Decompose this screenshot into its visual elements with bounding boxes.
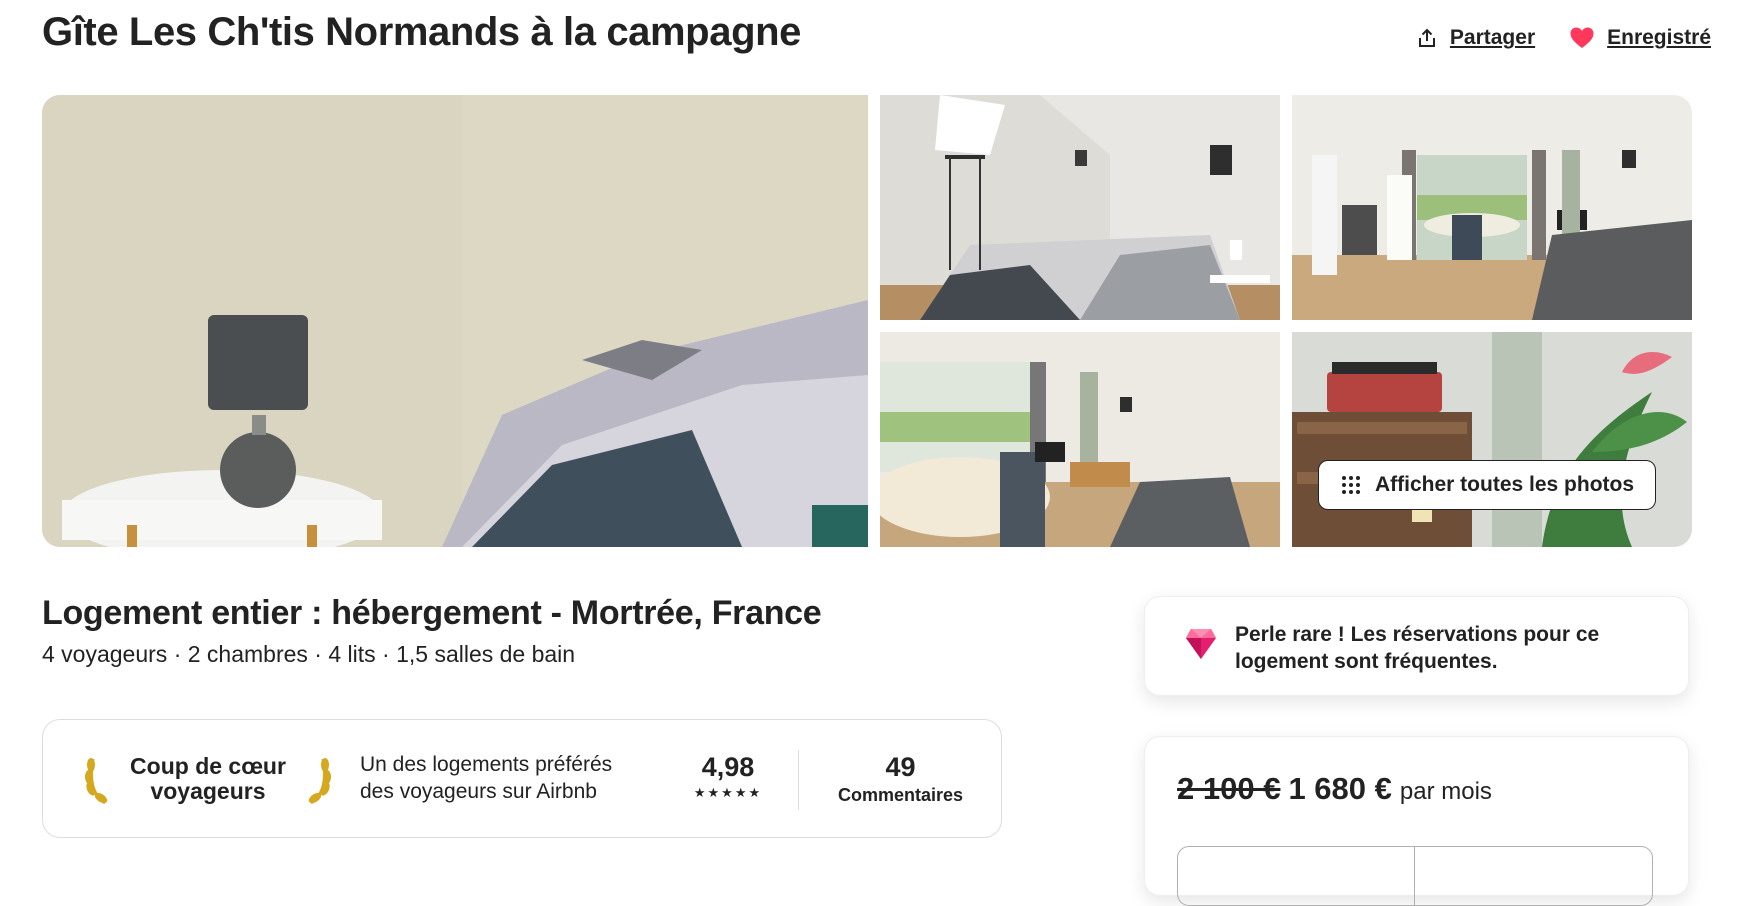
rating-value: 4,98 [701,752,755,782]
bedside-lamp-photo [42,95,868,547]
discounted-price: 1 680 € [1288,771,1392,806]
record-player-plant-photo [1292,332,1692,547]
share-label: Partager [1449,26,1536,49]
rare-find-line1: Perle rare ! Les réservations pour ce [1235,623,1600,646]
rare-find-line2: logement sont fréquentes. [1235,650,1498,673]
save-button[interactable]: Enregistré [1569,26,1711,50]
date-picker[interactable] [1177,846,1653,906]
guest-favorite-desc-line1: Un des logements préférés [360,753,613,776]
share-icon [1416,27,1438,49]
rare-find-card: Perle rare ! Les réservations pour ce lo… [1144,596,1689,696]
guest-favorite-badge: Coup de cœur voyageurs [83,744,333,814]
price-line: 2 100 € 1 680 € par mois [1177,771,1492,807]
diamond-icon [1185,627,1217,661]
guest-favorite-title: Coup de cœur voyageurs [130,754,286,804]
reviews-label: Commentaires [837,785,964,805]
bedroom-photo [880,95,1280,320]
photo-dining[interactable] [880,332,1280,547]
original-price: 2 100 € [1177,771,1281,806]
listing-subtitle: 4 voyageurs · 2 chambres · 4 lits · 1,5 … [42,641,576,667]
share-button[interactable]: Partager [1416,26,1535,50]
laurel-left-icon [83,751,115,807]
date-picker-divider [1414,847,1415,905]
photo-record-player[interactable] [1292,332,1692,547]
divider [798,750,799,810]
dining-living-room-photo [880,332,1280,547]
rare-find-text: Perle rare ! Les réservations pour ce lo… [1235,621,1635,675]
living-room-kitchen-photo [1292,95,1692,320]
save-label: Enregistré [1607,26,1711,49]
reviews-link[interactable]: 49 Commentaires [823,752,978,806]
photo-bedroom[interactable] [880,95,1280,320]
show-all-photos-button[interactable]: Afficher toutes les photos [1318,460,1656,510]
price-unit: par mois [1399,778,1492,805]
star-rating-icon: ★★★★★ [693,785,763,800]
rating: 4,98 ★★★★★ [683,752,773,801]
photo-living[interactable] [1292,95,1692,320]
reviews-count: 49 [885,752,916,782]
guest-favorite-description: Un des logements préférés des voyageurs … [360,751,650,805]
page-title: Gîte Les Ch'tis Normands à la campagne [42,10,801,54]
grid-dots-icon [1341,475,1361,495]
heart-icon [1569,26,1595,50]
guest-favorite-card[interactable]: Coup de cœur voyageurs Un des logements … [42,719,1002,838]
guest-favorite-line2: voyageurs [150,778,266,804]
header-actions: Partager Enregistré [1416,26,1711,50]
booking-card: 2 100 € 1 680 € par mois [1144,736,1689,906]
listing-title: Logement entier : hébergement - Mortrée,… [42,594,822,632]
show-all-label: Afficher toutes les photos [1375,473,1635,496]
guest-favorite-line1: Coup de cœur [130,753,286,779]
photo-main[interactable] [42,95,868,547]
laurel-right-icon [301,751,333,807]
guest-favorite-desc-line2: des voyageurs sur Airbnb [360,780,597,803]
